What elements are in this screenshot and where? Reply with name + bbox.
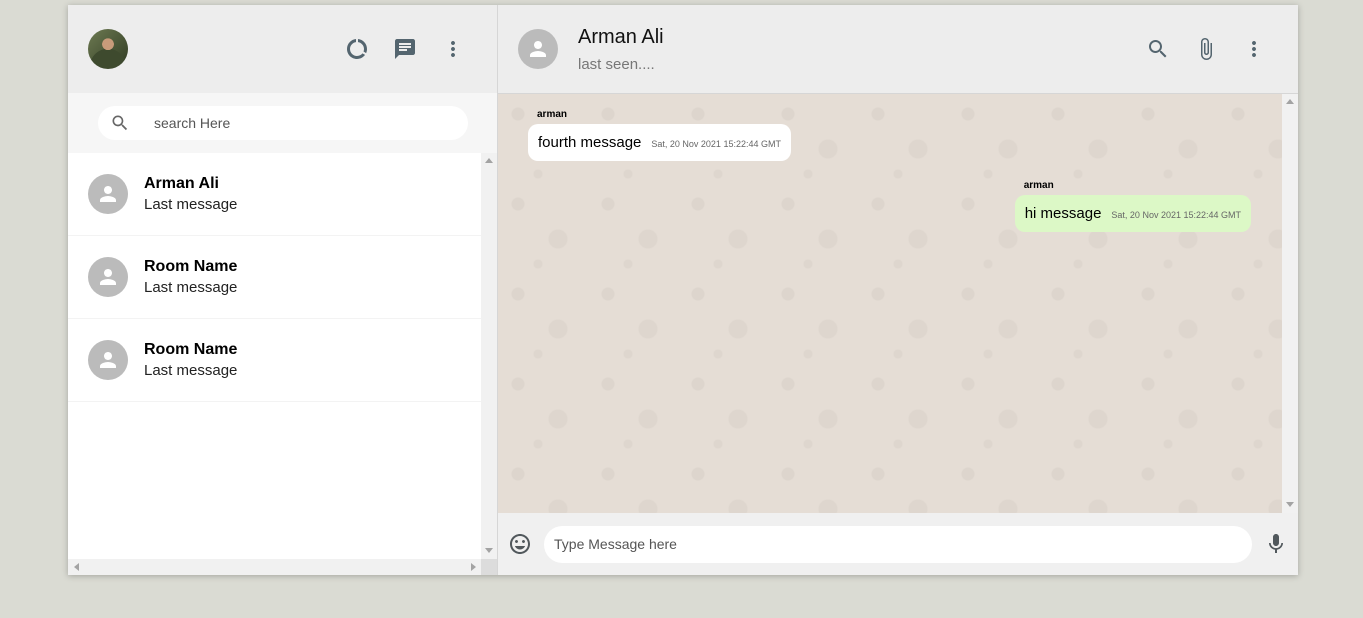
chat-list-item[interactable]: Arman Ali Last message <box>68 153 482 236</box>
chat-last-message: Last message <box>144 279 238 296</box>
more-vert-icon[interactable] <box>429 25 477 73</box>
chat-info: Room Name Last message <box>144 258 237 296</box>
scroll-left-arrow-icon[interactable] <box>74 563 79 571</box>
sidebar: Arman Ali Last message Room Name Last me… <box>68 5 498 575</box>
chat-messages: arman fourth message Sat, 20 Nov 2021 15:… <box>498 94 1298 513</box>
scrollbar-corner <box>481 559 497 575</box>
contact-info: Arman Ali last seen.... <box>578 26 664 73</box>
scroll-down-arrow-icon[interactable] <box>485 548 493 553</box>
chat-last-message: Last message <box>144 362 238 379</box>
chat-name: Arman Ali <box>144 175 219 192</box>
vertical-scrollbar[interactable] <box>481 153 497 559</box>
contact-avatar[interactable] <box>518 29 558 69</box>
avatar <box>88 174 128 214</box>
scroll-up-arrow-icon[interactable] <box>485 158 493 163</box>
avatar <box>88 257 128 297</box>
person-icon <box>100 269 116 285</box>
person-icon <box>530 41 546 57</box>
search-icon[interactable] <box>1134 25 1182 73</box>
person-icon <box>100 186 116 202</box>
chat-list: Arman Ali Last message Room Name Last me… <box>68 153 482 559</box>
message-timestamp: Sat, 20 Nov 2021 15:22:44 GMT <box>1111 210 1241 220</box>
message-bubble-outgoing: arman hi message Sat, 20 Nov 2021 15:22:4… <box>1014 180 1251 232</box>
chat-footer <box>498 513 1298 575</box>
vertical-scrollbar[interactable] <box>1282 94 1298 513</box>
scroll-up-arrow-icon[interactable] <box>1286 99 1294 104</box>
message-text: hi message <box>1024 205 1102 222</box>
chat-info: Room Name Last message <box>144 341 237 379</box>
search-icon <box>112 115 128 131</box>
chat-list-item[interactable]: Room Name Last message <box>68 236 482 319</box>
search-box <box>98 106 468 140</box>
chat-name: Room Name <box>144 258 238 275</box>
search-input[interactable] <box>152 114 436 132</box>
horizontal-scrollbar[interactable] <box>68 559 482 575</box>
chat-header: Arman Ali last seen.... <box>498 5 1298 94</box>
chat-list-item[interactable]: Room Name Last message <box>68 319 482 402</box>
scroll-down-arrow-icon[interactable] <box>1286 502 1294 507</box>
chat-info: Arman Ali Last message <box>144 175 237 213</box>
message-sender: arman <box>537 109 568 120</box>
more-vert-icon[interactable] <box>1230 25 1278 73</box>
avatar <box>88 340 128 380</box>
person-icon <box>100 352 116 368</box>
chat-header-actions <box>1134 25 1278 73</box>
chat-last-message: Last message <box>144 196 238 213</box>
chat-icon[interactable] <box>381 25 429 73</box>
attach-icon[interactable] <box>1182 25 1230 73</box>
mic-icon[interactable] <box>1264 532 1288 556</box>
emoji-icon[interactable] <box>508 532 532 556</box>
last-seen-status: last seen.... <box>578 55 655 73</box>
scroll-right-arrow-icon[interactable] <box>471 563 476 571</box>
message-text: fourth message <box>538 134 642 151</box>
chat-panel: Arman Ali last seen.... arman fourth mes… <box>498 5 1298 575</box>
sidebar-header-actions <box>333 25 477 73</box>
status-icon[interactable] <box>333 25 381 73</box>
search-bar <box>68 93 497 153</box>
app-window: Arman Ali Last message Room Name Last me… <box>68 5 1298 575</box>
user-avatar[interactable] <box>88 29 128 69</box>
message-input[interactable] <box>544 525 1252 563</box>
message-timestamp: Sat, 20 Nov 2021 15:22:44 GMT <box>651 139 781 149</box>
contact-name: Arman Ali <box>578 25 664 48</box>
sidebar-header <box>68 5 497 93</box>
chat-name: Room Name <box>144 341 238 358</box>
chat-list-area: Arman Ali Last message Room Name Last me… <box>68 153 497 575</box>
message-sender: arman <box>1023 180 1054 191</box>
message-bubble-incoming: arman fourth message Sat, 20 Nov 2021 15:… <box>528 109 791 161</box>
